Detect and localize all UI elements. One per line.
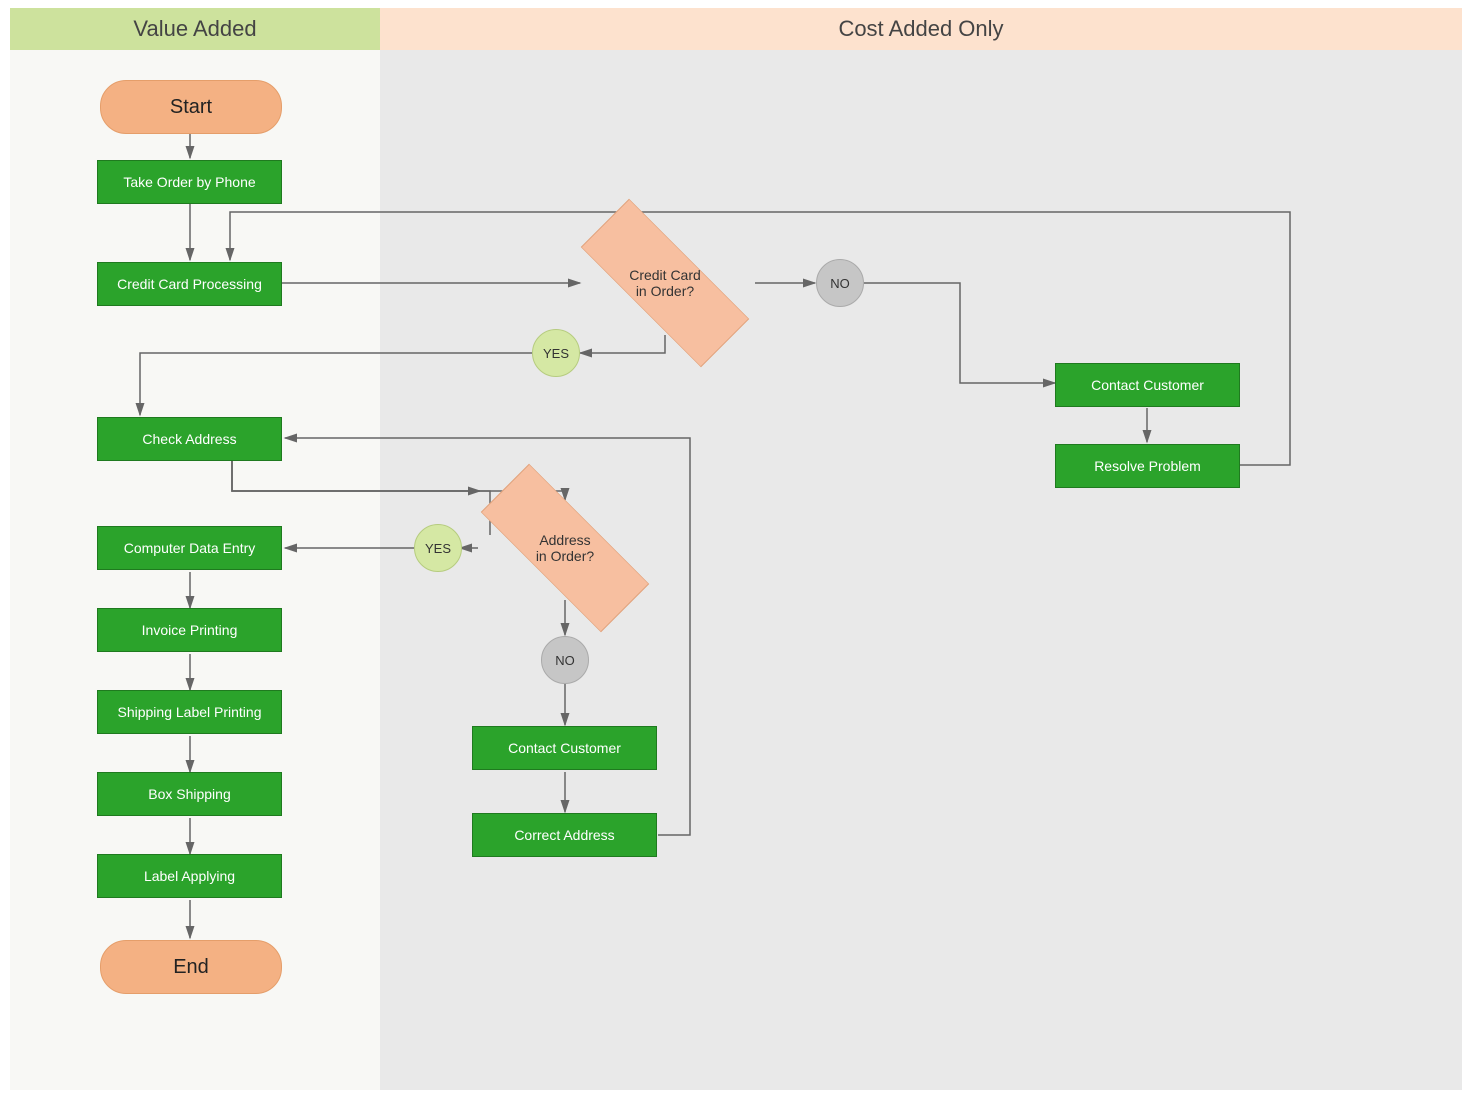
process-box-shipping: Box Shipping	[97, 772, 282, 816]
process-credit-card-processing: Credit Card Processing	[97, 262, 282, 306]
process-correct-address: Correct Address	[472, 813, 657, 857]
decision-credit-card-label: Credit Cardin Order?	[580, 228, 750, 338]
process-label-applying: Label Applying	[97, 854, 282, 898]
yes-circle-address: YES	[414, 524, 462, 572]
terminator-end: End	[100, 940, 282, 994]
flowchart-canvas: Value Added Cost Added Only	[0, 0, 1472, 1100]
no-circle-address: NO	[541, 636, 589, 684]
process-contact-customer-cc: Contact Customer	[1055, 363, 1240, 407]
decision-credit-card-in-order: Credit Cardin Order?	[580, 228, 750, 338]
terminator-start: Start	[100, 80, 282, 134]
process-invoice-printing: Invoice Printing	[97, 608, 282, 652]
decision-address-in-order: Addressin Order?	[480, 493, 650, 603]
process-check-address: Check Address	[97, 417, 282, 461]
process-resolve-problem: Resolve Problem	[1055, 444, 1240, 488]
no-circle-credit: NO	[816, 259, 864, 307]
decision-address-label: Addressin Order?	[480, 493, 650, 603]
process-computer-data-entry: Computer Data Entry	[97, 526, 282, 570]
yes-circle-credit: YES	[532, 329, 580, 377]
process-take-order: Take Order by Phone	[97, 160, 282, 204]
process-shipping-label-printing: Shipping Label Printing	[97, 690, 282, 734]
process-contact-customer-addr: Contact Customer	[472, 726, 657, 770]
